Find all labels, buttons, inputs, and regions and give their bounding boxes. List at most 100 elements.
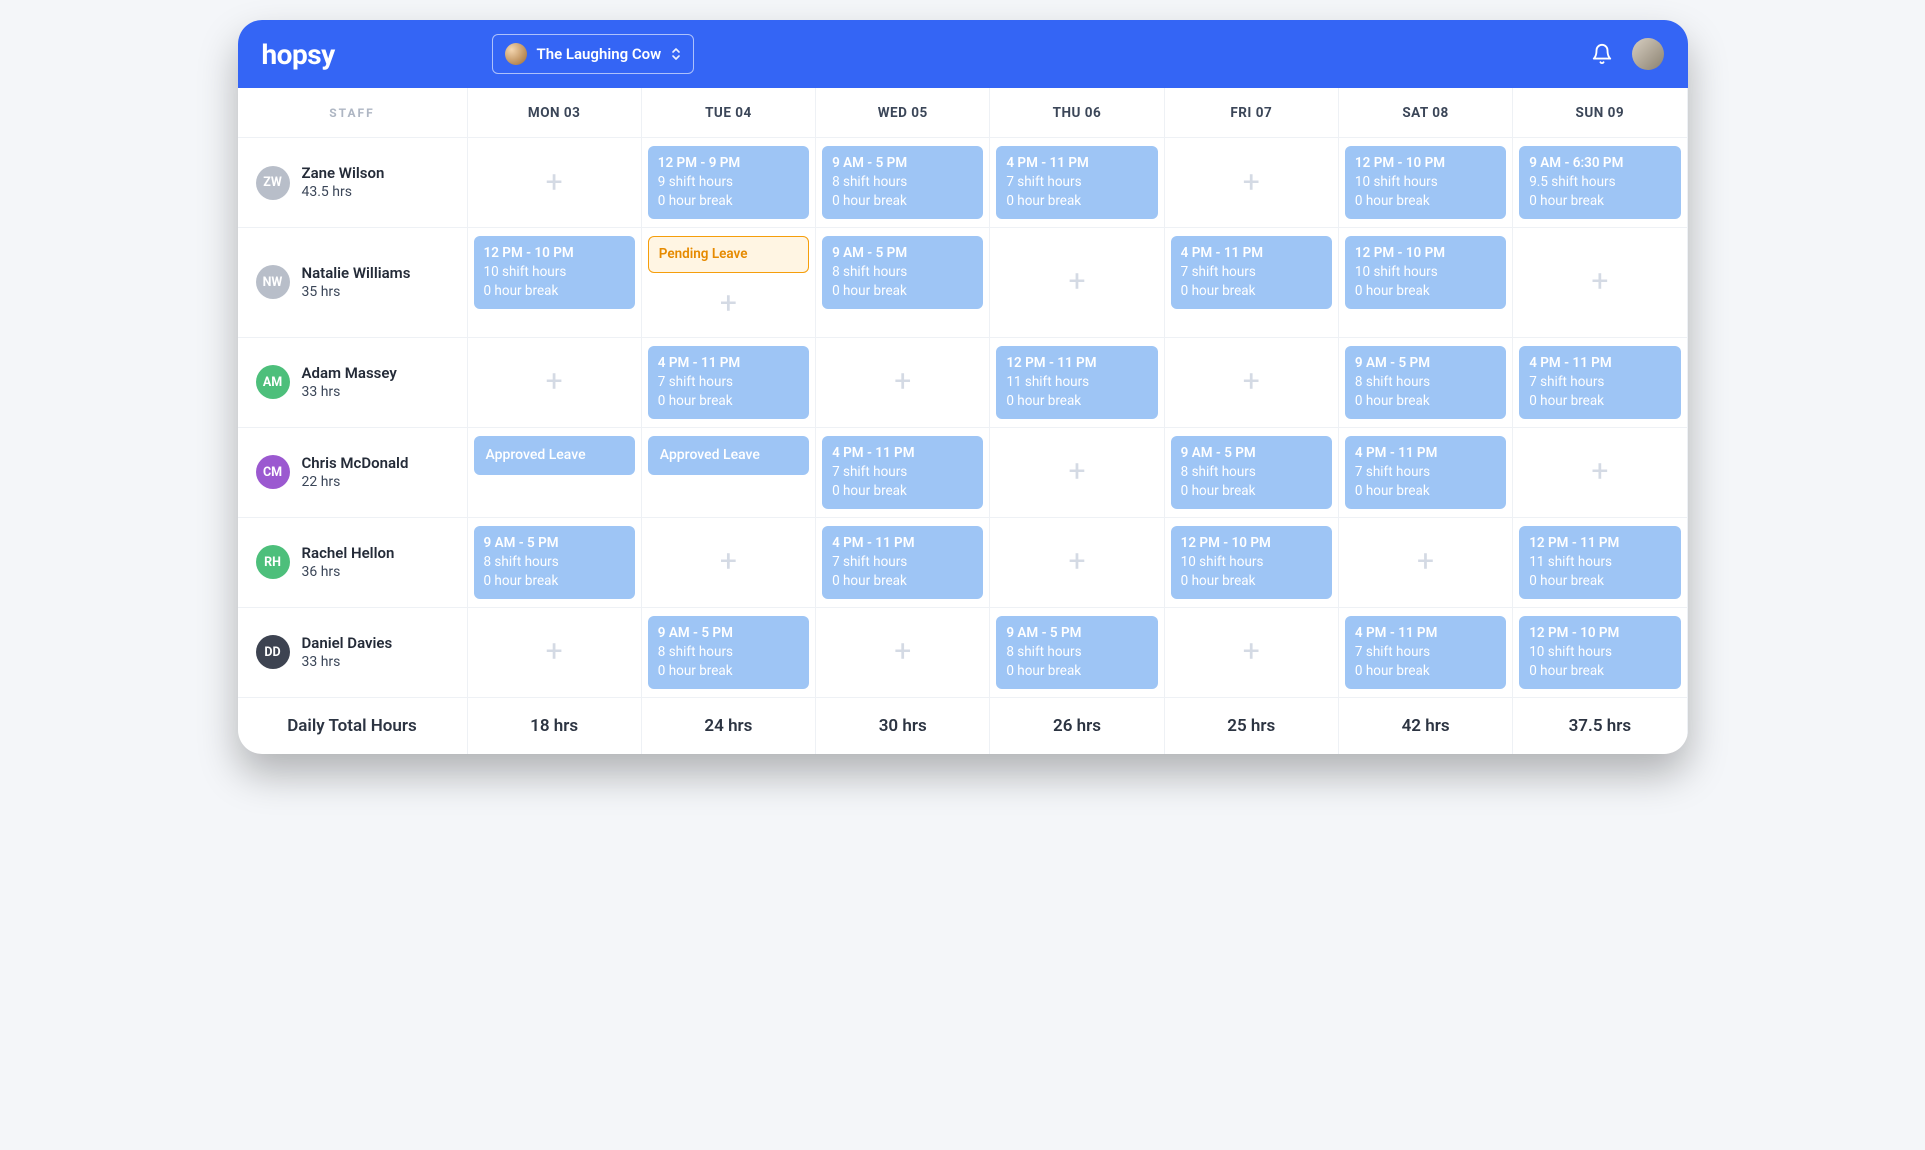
shift-card[interactable]: 9 AM - 5 PM8 shift hours0 hour break [648, 616, 809, 689]
schedule-cell[interactable]: 12 PM - 10 PM10 shift hours0 hour break [1339, 138, 1513, 228]
pending-leave-card[interactable]: Pending Leave [648, 236, 809, 273]
shift-card[interactable]: 9 AM - 5 PM8 shift hours0 hour break [822, 236, 983, 309]
add-shift-icon[interactable]: + [1519, 236, 1680, 329]
add-shift-icon[interactable]: + [1519, 436, 1680, 509]
schedule-cell[interactable]: 12 PM - 9 PM9 shift hours0 hour break [642, 138, 816, 228]
shift-card[interactable]: 4 PM - 11 PM7 shift hours0 hour break [1519, 346, 1680, 419]
schedule-cell[interactable]: + [642, 518, 816, 608]
schedule-cell[interactable]: + [1165, 338, 1339, 428]
shift-card[interactable]: 9 AM - 5 PM8 shift hours0 hour break [1171, 436, 1332, 509]
shift-break: 0 hour break [1529, 572, 1670, 591]
add-shift-icon[interactable]: + [822, 346, 983, 419]
shift-card[interactable]: 12 PM - 11 PM11 shift hours0 hour break [1519, 526, 1680, 599]
schedule-cell[interactable]: 4 PM - 11 PM7 shift hours0 hour break [1339, 428, 1513, 518]
schedule-cell[interactable]: 4 PM - 11 PM7 shift hours0 hour break [1165, 228, 1339, 338]
venue-selector[interactable]: The Laughing Cow [492, 34, 695, 74]
staff-hours: 33 hrs [302, 383, 397, 401]
add-shift-icon[interactable]: + [1345, 526, 1506, 599]
schedule-cell[interactable]: 9 AM - 5 PM8 shift hours0 hour break [816, 228, 990, 338]
shift-hours: 7 shift hours [1529, 373, 1670, 392]
shift-card[interactable]: 12 PM - 10 PM10 shift hours0 hour break [1519, 616, 1680, 689]
shift-card[interactable]: 4 PM - 11 PM7 shift hours0 hour break [648, 346, 809, 419]
add-shift-icon[interactable]: + [1171, 146, 1332, 219]
schedule-cell[interactable]: Approved Leave [642, 428, 816, 518]
shift-card[interactable]: 12 PM - 9 PM9 shift hours0 hour break [648, 146, 809, 219]
shift-card[interactable]: 12 PM - 10 PM10 shift hours0 hour break [474, 236, 635, 309]
schedule-cell[interactable]: 4 PM - 11 PM7 shift hours0 hour break [816, 518, 990, 608]
shift-time: 12 PM - 9 PM [658, 154, 799, 173]
shift-card[interactable]: 9 AM - 5 PM8 shift hours0 hour break [1345, 346, 1506, 419]
schedule-cell[interactable]: 4 PM - 11 PM7 shift hours0 hour break [1513, 338, 1687, 428]
schedule-cell[interactable]: 9 AM - 5 PM8 shift hours0 hour break [990, 608, 1164, 698]
schedule-cell[interactable]: + [468, 138, 642, 228]
shift-card[interactable]: 4 PM - 11 PM7 shift hours0 hour break [822, 526, 983, 599]
shift-card[interactable]: 12 PM - 10 PM10 shift hours0 hour break [1171, 526, 1332, 599]
add-shift-icon[interactable]: + [1171, 346, 1332, 419]
add-shift-icon[interactable]: + [996, 236, 1157, 329]
approved-leave-card[interactable]: Approved Leave [474, 436, 635, 476]
shift-card[interactable]: 12 PM - 10 PM10 shift hours0 hour break [1345, 236, 1506, 309]
add-shift-icon[interactable]: + [996, 436, 1157, 509]
add-shift-icon[interactable]: + [822, 616, 983, 689]
shift-time: 12 PM - 11 PM [1529, 534, 1670, 553]
schedule-cell[interactable]: + [990, 428, 1164, 518]
schedule-cell[interactable]: + [1165, 608, 1339, 698]
schedule-cell[interactable]: + [1513, 428, 1687, 518]
add-shift-icon[interactable]: + [648, 279, 809, 329]
shift-card[interactable]: 4 PM - 11 PM7 shift hours0 hour break [1345, 616, 1506, 689]
add-shift-icon[interactable]: + [996, 526, 1157, 599]
add-shift-icon[interactable]: + [474, 346, 635, 419]
user-avatar[interactable] [1632, 38, 1664, 70]
shift-card[interactable]: 4 PM - 11 PM7 shift hours0 hour break [822, 436, 983, 509]
shift-card[interactable]: 9 AM - 5 PM8 shift hours0 hour break [996, 616, 1157, 689]
shift-card[interactable]: 9 AM - 6:30 PM9.5 shift hours0 hour brea… [1519, 146, 1680, 219]
staff-hours: 36 hrs [302, 563, 395, 581]
schedule-cell[interactable]: 9 AM - 5 PM8 shift hours0 hour break [468, 518, 642, 608]
approved-leave-card[interactable]: Approved Leave [648, 436, 809, 476]
schedule-cell[interactable]: + [468, 608, 642, 698]
add-shift-icon[interactable]: + [1171, 616, 1332, 689]
schedule-cell[interactable]: 4 PM - 11 PM7 shift hours0 hour break [816, 428, 990, 518]
schedule-cell[interactable]: 9 AM - 5 PM8 shift hours0 hour break [642, 608, 816, 698]
schedule-cell[interactable]: 4 PM - 11 PM7 shift hours0 hour break [990, 138, 1164, 228]
staff-header: STAFF [238, 88, 468, 138]
schedule-cell[interactable]: 12 PM - 10 PM10 shift hours0 hour break [468, 228, 642, 338]
schedule-cell[interactable]: 4 PM - 11 PM7 shift hours0 hour break [1339, 608, 1513, 698]
staff-name: Rachel Hellon [302, 544, 395, 564]
schedule-cell[interactable]: 9 AM - 6:30 PM9.5 shift hours0 hour brea… [1513, 138, 1687, 228]
shift-break: 0 hour break [1529, 192, 1670, 211]
logo-text: hopsy [262, 38, 335, 71]
schedule-cell[interactable]: 12 PM - 10 PM10 shift hours0 hour break [1513, 608, 1687, 698]
shift-time: 9 AM - 5 PM [832, 244, 973, 263]
shift-card[interactable]: 4 PM - 11 PM7 shift hours0 hour break [1171, 236, 1332, 309]
schedule-cell[interactable]: 4 PM - 11 PM7 shift hours0 hour break [642, 338, 816, 428]
schedule-cell[interactable]: + [468, 338, 642, 428]
schedule-cell[interactable]: 12 PM - 11 PM11 shift hours0 hour break [990, 338, 1164, 428]
staff-hours: 35 hrs [302, 283, 411, 301]
schedule-cell[interactable]: 12 PM - 11 PM11 shift hours0 hour break [1513, 518, 1687, 608]
schedule-cell[interactable]: + [1339, 518, 1513, 608]
shift-card[interactable]: 9 AM - 5 PM8 shift hours0 hour break [822, 146, 983, 219]
schedule-cell[interactable]: + [1165, 138, 1339, 228]
shift-card[interactable]: 12 PM - 10 PM10 shift hours0 hour break [1345, 146, 1506, 219]
schedule-cell[interactable]: 9 AM - 5 PM8 shift hours0 hour break [1165, 428, 1339, 518]
add-shift-icon[interactable]: + [648, 526, 809, 599]
schedule-cell[interactable]: Pending Leave + [642, 228, 816, 338]
schedule-cell[interactable]: 12 PM - 10 PM10 shift hours0 hour break [1165, 518, 1339, 608]
shift-card[interactable]: 9 AM - 5 PM8 shift hours0 hour break [474, 526, 635, 599]
add-shift-icon[interactable]: + [474, 616, 635, 689]
shift-card[interactable]: 12 PM - 11 PM11 shift hours0 hour break [996, 346, 1157, 419]
shift-card[interactable]: 4 PM - 11 PM7 shift hours0 hour break [1345, 436, 1506, 509]
add-shift-icon[interactable]: + [474, 146, 635, 219]
schedule-cell[interactable]: 12 PM - 10 PM10 shift hours0 hour break [1339, 228, 1513, 338]
schedule-cell[interactable]: 9 AM - 5 PM8 shift hours0 hour break [816, 138, 990, 228]
schedule-cell[interactable]: Approved Leave [468, 428, 642, 518]
schedule-cell[interactable]: + [816, 608, 990, 698]
notifications-bell-icon[interactable] [1586, 38, 1618, 70]
schedule-cell[interactable]: 9 AM - 5 PM8 shift hours0 hour break [1339, 338, 1513, 428]
schedule-cell[interactable]: + [990, 518, 1164, 608]
schedule-cell[interactable]: + [990, 228, 1164, 338]
schedule-cell[interactable]: + [816, 338, 990, 428]
schedule-cell[interactable]: + [1513, 228, 1687, 338]
shift-card[interactable]: 4 PM - 11 PM7 shift hours0 hour break [996, 146, 1157, 219]
